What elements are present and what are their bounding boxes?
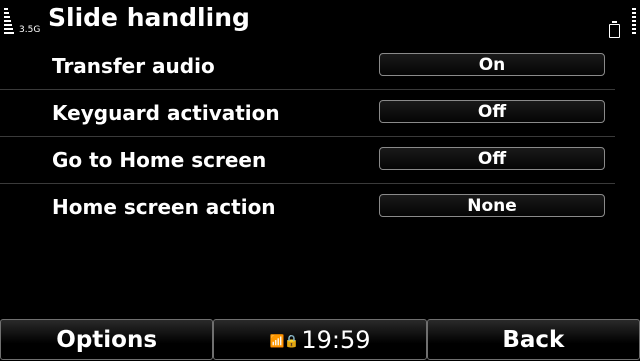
- softkey-bar: Options 📶🔒19:59 Back: [0, 319, 640, 360]
- page-title: Slide handling: [48, 3, 250, 32]
- setting-row-transfer-audio[interactable]: Transfer audio On: [0, 43, 615, 90]
- setting-row-keyguard-activation[interactable]: Keyguard activation Off: [0, 90, 615, 137]
- clock-softkey: 📶🔒19:59: [213, 319, 427, 360]
- status-bar: 3.5G Slide handling: [0, 0, 640, 46]
- options-softkey[interactable]: Options: [0, 319, 214, 360]
- battery-level-indicator: [632, 0, 636, 46]
- keylock-icon: 📶🔒: [269, 334, 300, 348]
- setting-value-keyguard-activation[interactable]: Off: [379, 100, 605, 123]
- setting-label: Transfer audio: [52, 54, 215, 78]
- clock-time: 19:59: [301, 326, 371, 354]
- network-type-label: 3.5G: [19, 25, 41, 35]
- setting-label: Home screen action: [52, 195, 276, 219]
- settings-list: Transfer audio On Keyguard activation Of…: [0, 43, 640, 230]
- setting-row-home-screen-action[interactable]: Home screen action None: [0, 184, 615, 230]
- back-softkey[interactable]: Back: [426, 319, 640, 360]
- setting-value-transfer-audio[interactable]: On: [379, 53, 605, 76]
- battery-icon: [609, 21, 620, 38]
- setting-value-home-screen-action[interactable]: None: [379, 194, 605, 217]
- setting-row-go-to-home-screen[interactable]: Go to Home screen Off: [0, 137, 615, 184]
- setting-label: Go to Home screen: [52, 148, 267, 172]
- signal-strength-icon: [4, 8, 16, 44]
- setting-label: Keyguard activation: [52, 101, 280, 125]
- setting-value-go-to-home-screen[interactable]: Off: [379, 147, 605, 170]
